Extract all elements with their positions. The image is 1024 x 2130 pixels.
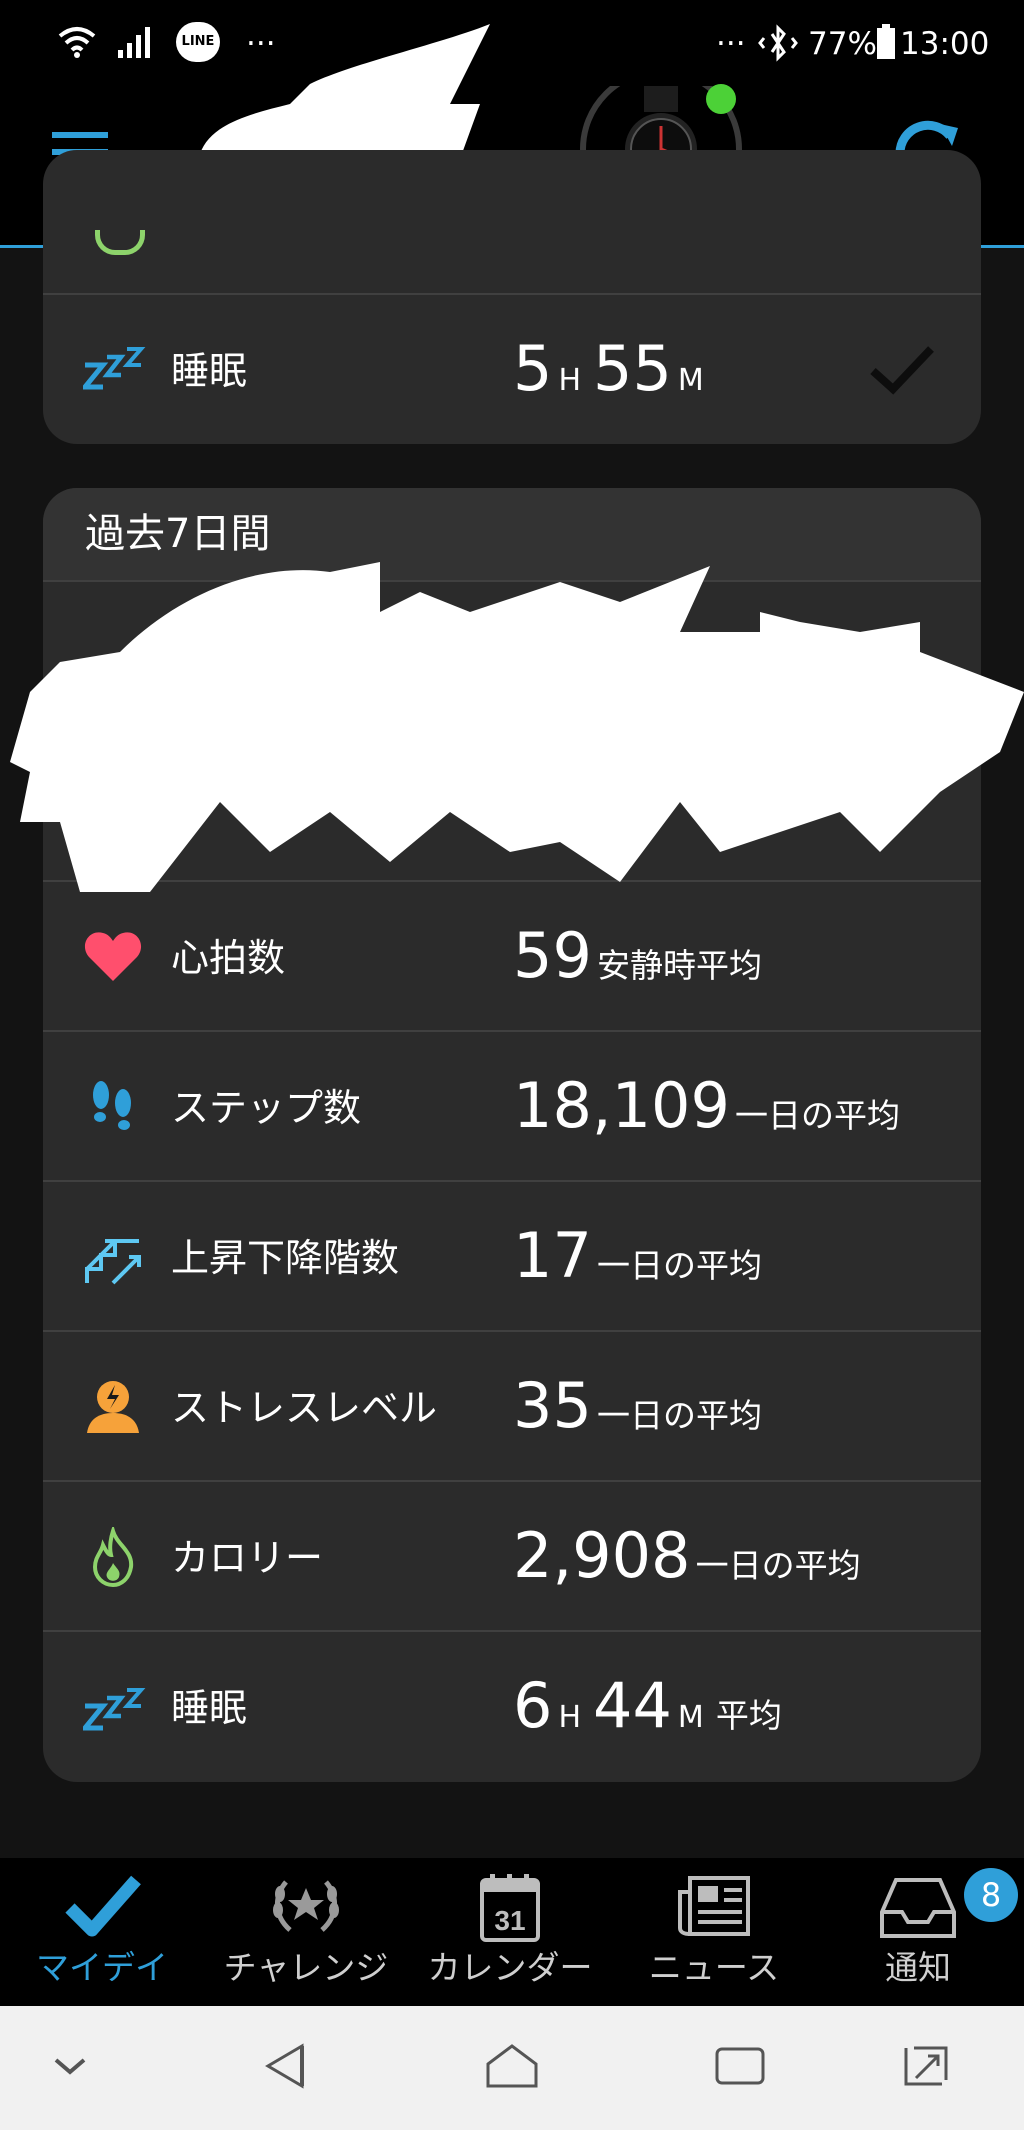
bottom-nav: マイデイ チャレンジ 31 カレンダー ニュース 通知 8 — [0, 1858, 1024, 2006]
nav-news[interactable]: ニュース — [612, 1858, 816, 2006]
heart-rate-label: 心拍数 — [171, 936, 286, 980]
steps-row[interactable]: ステップ数 18,109 一日の平均 — [43, 1030, 981, 1182]
heart-icon — [84, 932, 142, 981]
sleep-icon — [83, 1688, 146, 1731]
calories-label: カロリー — [171, 1536, 324, 1580]
battery-percent: 77% — [808, 26, 877, 62]
battery-icon — [877, 24, 895, 59]
check-icon — [870, 346, 934, 395]
back-icon[interactable] — [262, 2042, 310, 2090]
steps-value: 18,109 一日の平均 — [513, 1069, 901, 1142]
status-dots-right: ··· — [716, 26, 746, 62]
steps-label: ステップ数 — [171, 1086, 362, 1130]
redaction-mark — [10, 562, 1024, 892]
nav-myday[interactable]: マイデイ — [0, 1858, 204, 2006]
bluetooth-vibrate-icon — [758, 24, 798, 62]
recents-icon[interactable] — [714, 2046, 766, 2086]
stress-row[interactable]: ストレスレベル 35 一日の平均 — [43, 1330, 981, 1482]
steps-icon — [93, 1081, 131, 1130]
sleep-label: 睡眠 — [171, 1686, 248, 1730]
stairs-icon — [85, 1239, 141, 1285]
inbox-icon — [880, 1878, 956, 1938]
calories-row[interactable]: カロリー 2,908 一日の平均 — [43, 1480, 981, 1632]
floors-row[interactable]: 上昇下降階数 17 一日の平均 — [43, 1180, 981, 1332]
wifi-icon — [58, 27, 96, 58]
checkmark-icon — [65, 1875, 141, 1937]
stress-label: ストレスレベル — [171, 1386, 438, 1430]
nav-calendar[interactable]: 31 カレンダー — [408, 1858, 612, 2006]
sleep-icon — [83, 347, 146, 390]
chevron-down-icon[interactable] — [52, 2054, 88, 2078]
nav-calendar-label: カレンダー — [427, 1948, 593, 1987]
status-bar: LINE ··· ··· 77% 13:00 — [0, 0, 1024, 86]
nav-notifications-label: 通知 — [885, 1948, 951, 1987]
sleep-value: 6 H 44 M 平均 — [513, 1669, 782, 1742]
calendar-day: 31 — [494, 1905, 525, 1936]
home-icon[interactable] — [484, 2042, 540, 2090]
newspaper-icon — [678, 1876, 750, 1936]
today-sleep-value: 5 H 55 M — [513, 332, 704, 405]
system-nav-bar — [0, 2006, 1024, 2130]
calendar-icon: 31 — [480, 1874, 540, 1942]
device-connected-dot — [706, 84, 736, 114]
signal-icon — [118, 27, 150, 58]
stress-icon — [87, 1381, 139, 1433]
nav-challenge-label: チャレンジ — [223, 1948, 389, 1987]
laurel-trophy-icon — [273, 1880, 339, 1932]
today-sleep-row[interactable]: 睡眠 5 H 55 M — [43, 293, 981, 444]
stress-value: 35 一日の平均 — [513, 1369, 762, 1442]
nav-challenge[interactable]: チャレンジ — [204, 1858, 408, 2006]
sleep-row[interactable]: 睡眠 6 H 44 M 平均 — [43, 1630, 981, 1782]
clock: 13:00 — [900, 26, 990, 62]
rotate-icon[interactable] — [902, 2040, 950, 2092]
nav-myday-label: マイデイ — [36, 1948, 168, 1987]
partial-icon — [95, 230, 145, 255]
today-sleep-label: 睡眠 — [171, 349, 248, 393]
calories-value: 2,908 一日の平均 — [513, 1519, 861, 1592]
nav-news-label: ニュース — [648, 1948, 780, 1987]
heart-rate-value: 59 安静時平均 — [513, 919, 762, 992]
today-card: 睡眠 5 H 55 M — [43, 150, 981, 444]
floors-label: 上昇下降階数 — [171, 1236, 400, 1280]
notification-badge: 8 — [964, 1868, 1018, 1922]
flame-icon — [92, 1527, 134, 1587]
floors-value: 17 一日の平均 — [513, 1219, 762, 1292]
nav-notifications[interactable]: 通知 8 — [816, 1858, 1020, 2006]
